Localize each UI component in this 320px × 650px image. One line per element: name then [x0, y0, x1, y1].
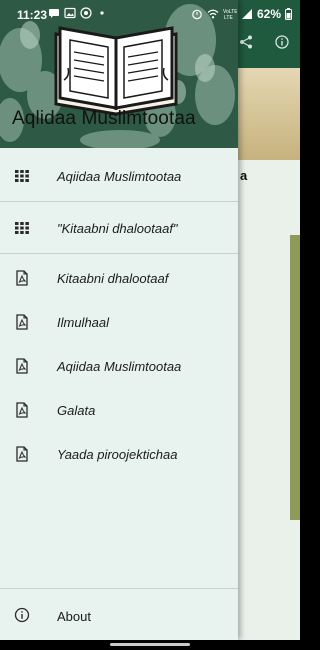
- dot-icon: [100, 11, 104, 15]
- pdf-icon: [16, 358, 28, 374]
- status-time: 11:23: [17, 8, 48, 22]
- gesture-handle[interactable]: [110, 643, 190, 646]
- wifi-icon: [207, 9, 219, 19]
- menu-item-label: Aqiidaa Muslimtootaa: [57, 168, 182, 184]
- menu-item-ilmulhaal[interactable]: Ilmulhaal: [0, 300, 238, 344]
- menu-item-aqiidaa-grid[interactable]: Aqiidaa Muslimtootaa: [0, 154, 238, 198]
- pdf-icon: [16, 270, 28, 286]
- about-label: About: [57, 609, 91, 624]
- menu-divider: [0, 253, 238, 254]
- battery-percentage: 62%: [256, 7, 281, 21]
- alarm-icon: [192, 9, 202, 20]
- navigation-drawer: Aqlidaa Muslimtootaa Aqiidaa Muslimtoota…: [0, 0, 238, 640]
- book-card-title: a: [240, 168, 248, 183]
- footer-divider: [0, 588, 238, 589]
- svg-text:LTE: LTE: [224, 15, 233, 20]
- menu-item-kitaabni-quoted[interactable]: "Kitaabni dhalootaaf": [0, 206, 238, 250]
- menu-item-label: "Kitaabni dhalootaaf": [57, 220, 178, 236]
- info-icon: [14, 607, 30, 623]
- drawer-header-title: Aqlidaa Muslimtootaa: [12, 108, 196, 129]
- menu-item-yaada-piroojektichaa[interactable]: Yaada piroojektichaa: [0, 432, 238, 476]
- status-bar: 11:23 VoLTE LTE 62%: [0, 0, 300, 30]
- open-book-icon: [54, 26, 178, 116]
- menu-item-aqiidaa-pdf[interactable]: Aqiidaa Muslimtootaa: [0, 344, 238, 388]
- menu-item-about[interactable]: About: [0, 595, 238, 637]
- menu-item-label: Kitaabni dhalootaaf: [57, 270, 169, 286]
- signal-icon: [241, 9, 252, 19]
- info-icon[interactable]: [272, 34, 292, 54]
- battery-icon: [285, 8, 292, 20]
- book-cover-image[interactable]: [238, 68, 300, 160]
- menu-item-galata[interactable]: Galata: [0, 388, 238, 432]
- menu-item-label: Aqiidaa Muslimtootaa: [57, 358, 182, 374]
- messaging-icon: [49, 9, 59, 18]
- pdf-icon: [16, 314, 28, 330]
- share-icon[interactable]: [236, 34, 256, 54]
- side-strip-right: [290, 235, 300, 520]
- pdf-icon: [16, 402, 28, 418]
- system-nav-bar: [0, 640, 300, 650]
- menu-item-label: Galata: [57, 402, 96, 418]
- grid-icon: [15, 222, 29, 234]
- menu-divider: [0, 201, 238, 202]
- menu-item-label: Ilmulhaal: [57, 314, 110, 330]
- grid-icon: [15, 170, 29, 182]
- volte-lte-icon: VoLTELTE: [223, 9, 237, 20]
- app-icon: [80, 7, 92, 19]
- gallery-icon: [64, 7, 76, 19]
- menu-item-label: Yaada piroojektichaa: [57, 446, 178, 462]
- menu-item-kitaabni-pdf[interactable]: Kitaabni dhalootaaf: [0, 256, 238, 300]
- pdf-icon: [16, 446, 28, 462]
